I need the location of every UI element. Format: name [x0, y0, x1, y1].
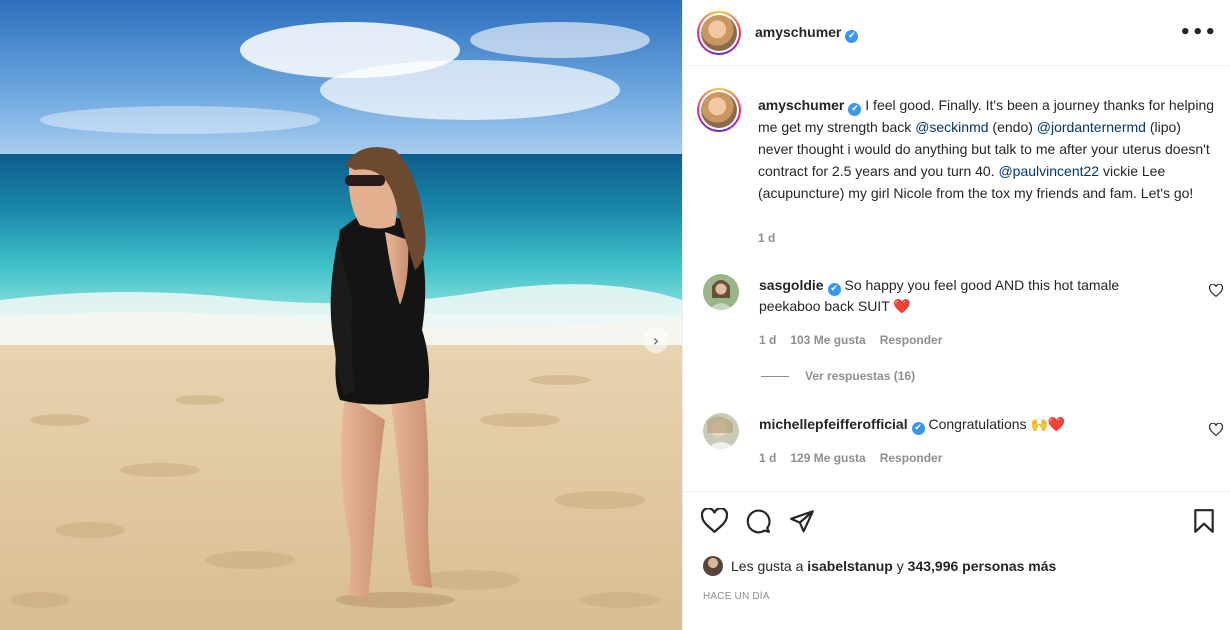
next-photo-button[interactable]: ›: [643, 327, 669, 353]
mention-link[interactable]: @jordanternermd: [1037, 119, 1146, 135]
caption-text: amyschumer ✔ I feel good. Finally. It's b…: [758, 94, 1218, 204]
reply-button[interactable]: Responder: [880, 333, 943, 347]
commenter-avatar[interactable]: [703, 274, 739, 310]
heart-icon: [1208, 422, 1224, 437]
view-replies-label: Ver respuestas (16): [805, 369, 916, 383]
more-icon[interactable]: •••: [1179, 22, 1217, 43]
caption-username[interactable]: amyschumer: [758, 97, 844, 113]
post-sidebar: amyschumer ✔ ••• amyschumer ✔ I feel good.…: [682, 0, 1230, 630]
heart-icon: [1208, 283, 1224, 298]
post-photo[interactable]: ›: [0, 0, 682, 630]
commenter-avatar[interactable]: [703, 413, 739, 449]
view-replies-button[interactable]: Ver respuestas (16): [761, 369, 915, 383]
commenter-username[interactable]: michellepfeifferofficial: [759, 416, 908, 432]
like-comment-button[interactable]: [1208, 422, 1224, 440]
comment-meta: 1 d 129 Me gusta Responder: [759, 451, 942, 465]
likes-prefix: Les gusta a: [731, 558, 804, 574]
verified-icon: ✔: [827, 283, 841, 296]
caption-author-avatar[interactable]: [697, 88, 741, 132]
mention-link[interactable]: @seckinmd: [915, 119, 988, 135]
comment-emoji: 🙌❤️: [1030, 417, 1066, 433]
post-header: amyschumer ✔ •••: [683, 0, 1230, 66]
author-username[interactable]: amyschumer: [755, 24, 841, 40]
comment-text: Congratulations: [928, 416, 1027, 432]
mention-link[interactable]: @paulvincent22: [998, 163, 1099, 179]
liker-username[interactable]: isabelstanup: [807, 558, 893, 574]
likes-middle: y: [896, 558, 904, 574]
comment-likes[interactable]: 129 Me gusta: [790, 451, 865, 465]
verified-icon: ✔: [845, 30, 859, 43]
verified-icon: ✔: [911, 422, 925, 435]
comment-age: 1 d: [759, 451, 777, 465]
post-time: HACE UN DÍA: [703, 591, 770, 602]
post-actions: Les gusta a isabelstanup y 343,996 perso…: [683, 491, 1230, 630]
heart-icon: [700, 507, 729, 534]
comment-body: sasgoldie ✔ So happy you feel good AND th…: [759, 275, 1179, 317]
instagram-post: › amyschumer ✔ ••• amyschumer ✔ I feel goo…: [0, 0, 1230, 630]
chevron-right-icon: ›: [652, 330, 660, 350]
bookmark-icon: [1194, 509, 1214, 533]
comment: sasgoldie ✔ So happy you feel good AND th…: [703, 274, 1224, 354]
comment: michellepfeifferofficial ✔ Congratulation…: [703, 413, 1224, 473]
author-name-row: amyschumer ✔: [755, 24, 859, 43]
like-comment-button[interactable]: [1208, 283, 1224, 301]
replies-divider: [761, 375, 789, 377]
caption-age: 1 d: [758, 231, 776, 245]
save-button[interactable]: [1193, 508, 1215, 537]
comment-body: michellepfeifferofficial ✔ Congratulation…: [759, 414, 1179, 435]
commenter-username[interactable]: sasgoldie: [759, 277, 824, 293]
verified-icon: ✔: [848, 103, 862, 116]
share-button[interactable]: [789, 508, 815, 537]
like-button[interactable]: [700, 507, 729, 536]
comment-likes[interactable]: 103 Me gusta: [790, 333, 865, 347]
comment-button[interactable]: [745, 508, 771, 537]
reply-button[interactable]: Responder: [880, 451, 943, 465]
liker-avatar[interactable]: [703, 556, 723, 576]
caption-part: (endo): [988, 119, 1037, 135]
comment-icon: [746, 509, 771, 534]
comment-age: 1 d: [759, 333, 777, 347]
author-avatar[interactable]: [697, 11, 741, 55]
comment-emoji: ❤️: [893, 299, 911, 315]
share-icon: [790, 510, 814, 533]
beach-photo: [0, 0, 682, 630]
comment-meta: 1 d 103 Me gusta Responder: [759, 333, 942, 347]
likes-summary: Les gusta a isabelstanup y 343,996 perso…: [703, 556, 1056, 576]
likes-count[interactable]: 343,996 personas más: [908, 558, 1057, 574]
